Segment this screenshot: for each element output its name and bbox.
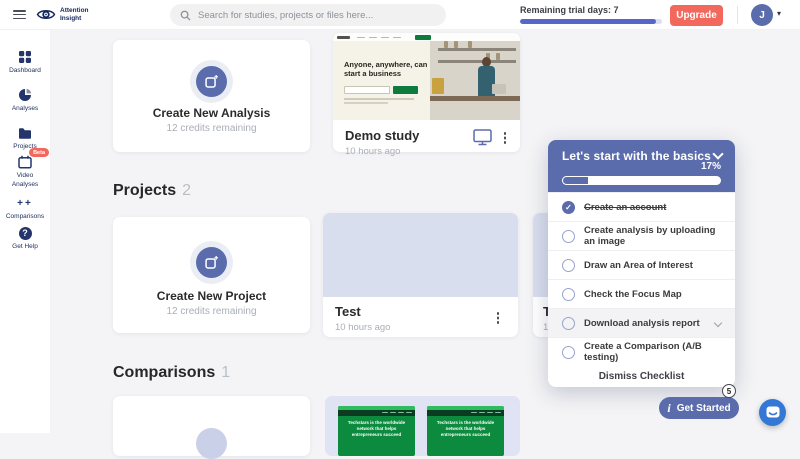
checklist-header: Let's start with the basics 17% xyxy=(548,140,735,192)
info-icon: i xyxy=(667,401,670,416)
sidebar-item-video-analyses[interactable]: Beta Video Analyses xyxy=(0,155,50,190)
app-logo[interactable]: Attention Insight xyxy=(36,7,89,23)
comparisons-count: 1 xyxy=(221,364,230,381)
sidebar-item-get-help[interactable]: ? Get Help xyxy=(0,226,50,252)
comparisons-icon: ++ xyxy=(17,196,33,210)
top-header: Attention Insight Remaining trial days: … xyxy=(0,0,800,30)
checklist-progress-fill xyxy=(562,176,589,185)
checklist-item-download-report[interactable]: Download analysis report xyxy=(548,308,735,337)
projects-count: 2 xyxy=(182,182,191,199)
add-project-icon xyxy=(204,255,219,270)
demo-thumb-photo xyxy=(430,40,520,120)
create-project-title: Create New Project xyxy=(113,289,310,303)
comparison-variant-a-thumb: Techstars is the worldwide network that … xyxy=(338,406,415,456)
project-timestamp: 10 hours ago xyxy=(335,322,390,333)
trial-status: Remaining trial days: 7 xyxy=(520,5,662,24)
dismiss-checklist-button[interactable]: Dismiss Checklist xyxy=(548,366,735,386)
help-question-icon: ? xyxy=(19,226,32,240)
card-menu-button[interactable] xyxy=(491,310,505,326)
global-search[interactable] xyxy=(170,4,446,26)
hamburger-menu-icon[interactable] xyxy=(13,10,26,19)
header-divider xyxy=(737,6,738,24)
checklist-item-create-account[interactable]: ✓ Create an account xyxy=(548,192,735,221)
projects-folder-icon xyxy=(18,126,32,140)
onboarding-checklist: Let's start with the basics 17% ✓ Create… xyxy=(548,140,735,387)
attention-insight-eye-icon xyxy=(36,7,56,22)
checkbox-empty-icon[interactable] xyxy=(562,259,575,272)
expand-chevron-icon[interactable] xyxy=(714,319,722,327)
get-started-button[interactable]: i Get Started xyxy=(659,397,739,419)
left-sidebar: Dashboard Analyses Projects Beta Video A… xyxy=(0,30,50,433)
comparison-card[interactable]: Techstars is the worldwide network that … xyxy=(325,396,520,456)
user-avatar[interactable]: J xyxy=(751,4,773,26)
demo-thumb-button xyxy=(393,86,418,94)
demo-thumb-navbar xyxy=(333,33,520,41)
project-thumbnail-placeholder[interactable] xyxy=(323,213,518,297)
checklist-item-focus-map[interactable]: Check the Focus Map xyxy=(548,279,735,308)
study-timestamp: 10 hours ago xyxy=(345,146,419,157)
checklist-progress-label: 17% xyxy=(701,161,721,172)
logo-line1: Attention xyxy=(60,7,89,15)
create-comparison-card[interactable] xyxy=(113,396,310,456)
project-card-test[interactable]: Test 10 hours ago xyxy=(323,213,518,337)
trial-days-label: Remaining trial days: 7 xyxy=(520,5,662,15)
upgrade-button[interactable]: Upgrade xyxy=(670,5,723,26)
credits-remaining: 12 credits remaining xyxy=(113,306,310,317)
beta-badge: Beta xyxy=(29,148,49,157)
create-analysis-card[interactable]: Create New Analysis 12 credits remaining xyxy=(113,40,310,152)
notification-count-badge: 5 xyxy=(722,384,736,398)
create-analysis-button[interactable] xyxy=(196,66,227,97)
checklist-progress-track xyxy=(562,176,721,185)
checkbox-empty-icon[interactable] xyxy=(562,317,575,330)
checklist-item-create-comparison[interactable]: Create a Comparison (A/B testing) xyxy=(548,337,735,366)
demo-study-card[interactable]: Anyone, anywhere, can start a business D… xyxy=(333,33,520,152)
trial-progress-fill xyxy=(520,19,656,24)
checklist-title: Let's start with the basics xyxy=(562,149,721,163)
comparison-variant-b-thumb: Techstars is the worldwide network that … xyxy=(427,406,504,456)
checklist-item-area-of-interest[interactable]: Draw an Area of Interest xyxy=(548,250,735,279)
create-project-card[interactable]: Create New Project 12 credits remaining xyxy=(113,217,310,333)
messenger-icon xyxy=(766,406,780,419)
create-project-button[interactable] xyxy=(196,247,227,278)
checkbox-checked-icon[interactable]: ✓ xyxy=(562,201,575,214)
create-analysis-title: Create New Analysis xyxy=(113,106,310,120)
sidebar-item-analyses[interactable]: Analyses xyxy=(0,88,50,114)
desktop-device-icon[interactable] xyxy=(473,129,492,146)
checkbox-empty-icon[interactable] xyxy=(562,346,575,359)
checklist-item-upload-image[interactable]: Create analysis by uploading an image xyxy=(548,221,735,250)
video-analyses-icon xyxy=(18,155,32,169)
project-title: Test xyxy=(335,304,390,319)
study-title: Demo study xyxy=(345,128,419,143)
demo-thumb-email-input xyxy=(344,86,390,94)
card-menu-button[interactable] xyxy=(498,130,512,146)
demo-thumb-cta xyxy=(415,35,431,40)
search-icon xyxy=(180,10,191,21)
analyses-pie-icon xyxy=(18,88,32,102)
comparisons-heading: Comparisons1 xyxy=(113,364,230,382)
chat-messenger-button[interactable] xyxy=(759,399,786,426)
credits-remaining: 12 credits remaining xyxy=(113,123,310,134)
checkbox-empty-icon[interactable] xyxy=(562,288,575,301)
sidebar-item-dashboard[interactable]: Dashboard xyxy=(0,50,50,76)
dashboard-icon xyxy=(18,50,32,64)
demo-thumb-headline: Anyone, anywhere, can start a business xyxy=(344,60,436,79)
add-screenshot-icon xyxy=(204,74,219,89)
search-input[interactable] xyxy=(198,10,436,21)
sidebar-item-comparisons[interactable]: ++ Comparisons xyxy=(0,196,50,222)
projects-heading: Projects2 xyxy=(113,182,191,200)
account-caret-down-icon[interactable]: ▾ xyxy=(777,9,781,18)
checkbox-empty-icon[interactable] xyxy=(562,230,575,243)
demo-study-thumbnail[interactable]: Anyone, anywhere, can start a business xyxy=(333,33,520,120)
trial-progress-track xyxy=(520,19,662,24)
logo-line2: Insight xyxy=(60,15,89,23)
